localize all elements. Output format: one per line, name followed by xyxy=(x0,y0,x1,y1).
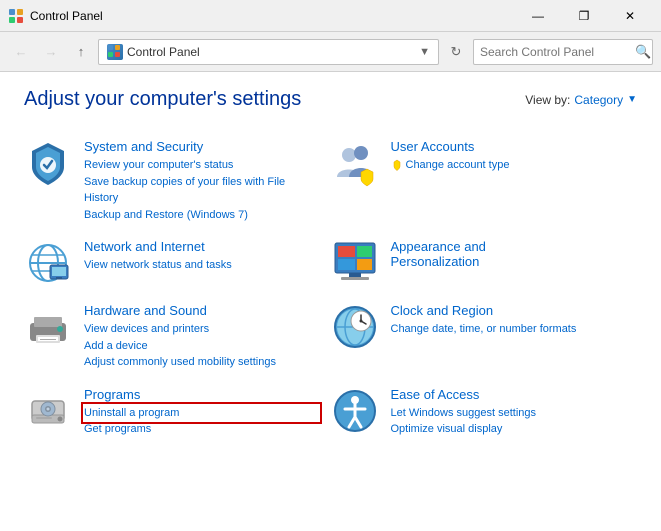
category-programs: Programs Uninstall a program Get program… xyxy=(24,379,331,446)
maximize-button[interactable]: ❐ xyxy=(561,0,607,32)
search-box[interactable]: 🔍 xyxy=(473,39,653,65)
ease-access-link-1[interactable]: Let Windows suggest settings xyxy=(391,405,626,422)
up-button[interactable]: ↑ xyxy=(68,39,94,65)
address-path-text: Control Panel xyxy=(127,45,415,59)
clock-region-title[interactable]: Clock and Region xyxy=(391,303,626,318)
forward-button[interactable]: → xyxy=(38,39,64,65)
category-ease-access: Ease of Access Let Windows suggest setti… xyxy=(331,379,638,446)
appearance-text: Appearance andPersonalization xyxy=(391,239,626,272)
hardware-sound-link-3[interactable]: Adjust commonly used mobility settings xyxy=(84,354,319,371)
ease-access-link-2[interactable]: Optimize visual display xyxy=(391,421,626,438)
category-clock-region: Clock and Region Change date, time, or n… xyxy=(331,295,638,379)
address-bar: ← → ↑ Control Panel ▼ ↻ 🔍 xyxy=(0,32,661,72)
category-network-internet: Network and Internet View network status… xyxy=(24,231,331,295)
programs-text: Programs Uninstall a program Get program… xyxy=(84,387,319,438)
title-bar-icon xyxy=(8,8,24,24)
view-by-label: View by: xyxy=(525,93,570,107)
address-path-icon xyxy=(107,44,123,60)
system-security-link-3[interactable]: Backup and Restore (Windows 7) xyxy=(84,207,319,224)
programs-link-1[interactable]: Uninstall a program xyxy=(84,405,319,422)
hardware-sound-title[interactable]: Hardware and Sound xyxy=(84,303,319,318)
categories-grid: System and Security Review your computer… xyxy=(24,131,637,446)
hardware-sound-link-1[interactable]: View devices and printers xyxy=(84,321,319,338)
system-security-text: System and Security Review your computer… xyxy=(84,139,319,223)
programs-link-2[interactable]: Get programs xyxy=(84,421,319,438)
hardware-sound-link-2[interactable]: Add a device xyxy=(84,338,319,355)
user-accounts-icon xyxy=(331,139,379,187)
address-chevron-icon[interactable]: ▼ xyxy=(419,46,430,58)
address-path[interactable]: Control Panel ▼ xyxy=(98,39,439,65)
category-user-accounts: User Accounts Change account type xyxy=(331,131,638,231)
view-by-control: View by: Category ▼ xyxy=(525,93,637,107)
window-controls: — ❐ ✕ xyxy=(515,0,653,32)
system-security-title[interactable]: System and Security xyxy=(84,139,319,154)
system-security-link-1[interactable]: Review your computer's status xyxy=(84,157,319,174)
user-accounts-title[interactable]: User Accounts xyxy=(391,139,626,154)
hardware-sound-icon xyxy=(24,303,72,351)
category-hardware-sound: Hardware and Sound View devices and prin… xyxy=(24,295,331,379)
ease-access-title[interactable]: Ease of Access xyxy=(391,387,626,402)
user-accounts-text: User Accounts Change account type xyxy=(391,139,626,174)
title-bar: Control Panel — ❐ ✕ xyxy=(0,0,661,32)
back-button[interactable]: ← xyxy=(8,39,34,65)
programs-icon xyxy=(24,387,72,435)
clock-region-link-1[interactable]: Change date, time, or number formats xyxy=(391,321,626,338)
system-security-icon xyxy=(24,139,72,187)
view-by-chevron-icon[interactable]: ▼ xyxy=(627,94,637,105)
search-icon: 🔍 xyxy=(635,44,651,60)
network-internet-title[interactable]: Network and Internet xyxy=(84,239,319,254)
page-title: Adjust your computer's settings xyxy=(24,88,301,111)
network-internet-link-1[interactable]: View network status and tasks xyxy=(84,257,319,274)
clock-region-icon xyxy=(331,303,379,351)
system-security-link-2[interactable]: Save backup copies of your files with Fi… xyxy=(84,174,319,207)
category-system-security: System and Security Review your computer… xyxy=(24,131,331,231)
ease-access-icon xyxy=(331,387,379,435)
appearance-title[interactable]: Appearance andPersonalization xyxy=(391,239,626,269)
title-bar-title: Control Panel xyxy=(30,9,515,23)
view-by-value[interactable]: Category xyxy=(574,93,623,107)
clock-region-text: Clock and Region Change date, time, or n… xyxy=(391,303,626,338)
close-button[interactable]: ✕ xyxy=(607,0,653,32)
main-content: Adjust your computer's settings View by:… xyxy=(0,72,661,462)
programs-title[interactable]: Programs xyxy=(84,387,319,402)
network-internet-icon xyxy=(24,239,72,287)
search-input[interactable] xyxy=(480,45,635,59)
network-internet-text: Network and Internet View network status… xyxy=(84,239,319,274)
page-header: Adjust your computer's settings View by:… xyxy=(24,88,637,111)
minimize-button[interactable]: — xyxy=(515,0,561,32)
user-accounts-link-1[interactable]: Change account type xyxy=(391,157,626,174)
hardware-sound-text: Hardware and Sound View devices and prin… xyxy=(84,303,319,371)
ease-access-text: Ease of Access Let Windows suggest setti… xyxy=(391,387,626,438)
appearance-icon xyxy=(331,239,379,287)
category-appearance: Appearance andPersonalization xyxy=(331,231,638,295)
refresh-button[interactable]: ↻ xyxy=(443,39,469,65)
